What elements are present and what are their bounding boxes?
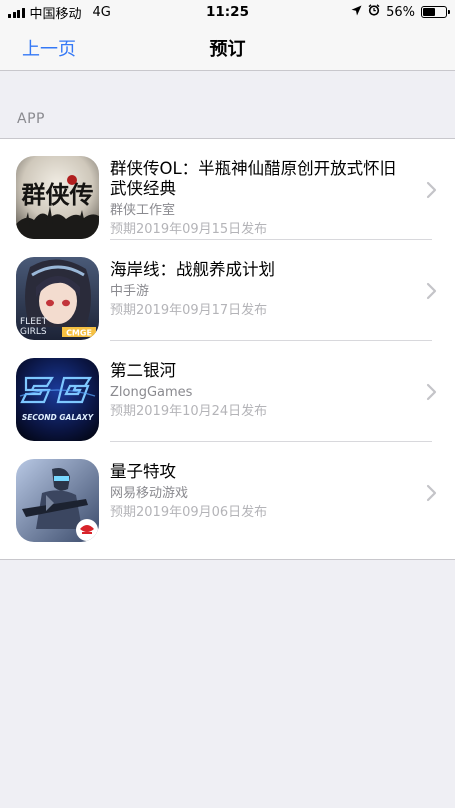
- app-name: 量子特攻: [110, 462, 176, 481]
- chevron-right-icon: [425, 484, 439, 502]
- app-developer: 群侠工作室: [110, 203, 176, 218]
- chevron-right-icon: [425, 282, 439, 300]
- carrier-label: 中国移动: [29, 6, 82, 22]
- app-release-date: 预期2019年09月15日发布: [110, 222, 268, 237]
- second-galaxy-app-icon: SECOND GALAXY: [16, 358, 99, 441]
- app-developer: 中手游: [110, 284, 150, 299]
- app-release-date: 预期2019年09月17日发布: [110, 303, 268, 318]
- svg-text:群侠传: 群侠传: [22, 180, 94, 209]
- svg-text:CMGE: CMGE: [66, 329, 92, 338]
- app-name: 海岸线：战舰养成计划: [110, 260, 275, 279]
- app-info: 海岸线：战舰养成计划 中手游 预期2019年09月17日发布: [110, 260, 403, 320]
- list-item[interactable]: FLEET GIRLS CMGE 海岸线：战舰养成计划 中手游 预期2019年0…: [0, 240, 455, 341]
- app-name: 第二银河: [110, 361, 176, 380]
- alarm-icon: [368, 4, 380, 20]
- navigation-bar: 上一页 预订: [0, 24, 455, 71]
- app-info: 量子特攻 网易移动游戏 预期2019年09月06日发布: [110, 462, 403, 522]
- list-item[interactable]: 群侠传 群侠传OL：半瓶神仙醋原创开放式怀旧武侠经典 群侠工作室 预期2019年…: [0, 139, 455, 240]
- signal-icon: [8, 7, 25, 18]
- svg-text:FLEET: FLEET: [20, 317, 48, 327]
- network-label: 4G: [92, 4, 111, 20]
- chevron-right-icon: [425, 383, 439, 401]
- app-release-date: 预期2019年10月24日发布: [110, 404, 268, 419]
- battery-percent: 56%: [386, 4, 415, 20]
- chevron-right-icon: [425, 181, 439, 199]
- status-left: 中国移动 4G: [8, 3, 111, 22]
- svg-text:SECOND GALAXY: SECOND GALAXY: [22, 413, 95, 422]
- qunxiazhuan-app-icon: 群侠传: [16, 156, 99, 239]
- quantum-strike-app-icon: [16, 459, 99, 542]
- app-developer: ZlongGames: [110, 385, 193, 400]
- app-name: 群侠传OL：半瓶神仙醋原创开放式怀旧武侠经典: [110, 159, 397, 198]
- app-developer: 网易移动游戏: [110, 486, 189, 501]
- battery-icon: [421, 6, 450, 18]
- svg-text:GIRLS: GIRLS: [20, 327, 47, 337]
- preorder-app-list: 群侠传 群侠传OL：半瓶神仙醋原创开放式怀旧武侠经典 群侠工作室 预期2019年…: [0, 138, 455, 560]
- list-item[interactable]: SECOND GALAXY 第二银河 ZlongGames 预期2019年10月…: [0, 341, 455, 442]
- section-header: APP: [17, 111, 45, 127]
- fleet-girls-app-icon: FLEET GIRLS CMGE: [16, 257, 99, 340]
- app-info: 群侠传OL：半瓶神仙醋原创开放式怀旧武侠经典 群侠工作室 预期2019年09月1…: [110, 159, 403, 239]
- page-title: 预订: [209, 39, 246, 60]
- app-release-date: 预期2019年09月06日发布: [110, 505, 268, 520]
- app-info: 第二银河 ZlongGames 预期2019年10月24日发布: [110, 361, 403, 421]
- location-icon: [351, 5, 362, 20]
- status-right: 56%: [351, 4, 450, 20]
- status-bar: 中国移动 4G 11:25 56%: [0, 0, 455, 24]
- list-item[interactable]: 量子特攻 网易移动游戏 预期2019年09月06日发布: [0, 442, 455, 543]
